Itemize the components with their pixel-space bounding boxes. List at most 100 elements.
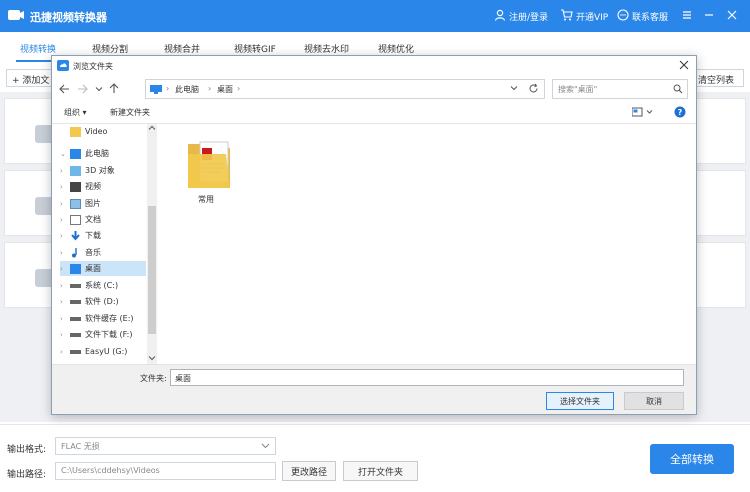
chevron-right-icon[interactable]: › bbox=[60, 331, 70, 339]
chevron-right-icon[interactable]: › bbox=[60, 348, 70, 356]
dialog-cancel-button[interactable]: 取消 bbox=[624, 392, 684, 410]
picture-icon bbox=[70, 198, 81, 209]
scroll-up-icon[interactable] bbox=[148, 124, 156, 135]
dialog-footer: 文件夹: 桌面 选择文件夹 取消 bbox=[52, 364, 696, 414]
tree-item-downloads[interactable]: › 下载 bbox=[60, 228, 150, 243]
folder-content: 常用 bbox=[160, 124, 696, 364]
document-icon bbox=[70, 214, 81, 225]
dialog-titlebar: 浏览文件夹 bbox=[52, 56, 696, 76]
chat-icon bbox=[617, 9, 629, 24]
clear-list-button[interactable]: 清空列表 bbox=[692, 69, 744, 87]
chevron-right-icon[interactable]: › bbox=[60, 232, 70, 240]
3d-icon bbox=[70, 165, 81, 176]
tab-video-convert[interactable]: 视频转换 bbox=[20, 42, 56, 55]
close-icon[interactable] bbox=[725, 8, 739, 22]
output-settings-bar bbox=[0, 424, 750, 492]
dialog-command-bar: 组织 ▾ 新建文件夹 ? bbox=[52, 102, 696, 124]
download-icon bbox=[70, 230, 81, 241]
drive-icon bbox=[70, 332, 81, 337]
search-box[interactable]: 搜索"桌面" bbox=[552, 79, 688, 99]
tree-item-drive-c[interactable]: › 系统 (C:) bbox=[60, 278, 150, 293]
chevron-right-icon[interactable]: › bbox=[60, 167, 70, 175]
tree-item-this-pc[interactable]: ⌄ 此电脑 bbox=[60, 146, 150, 161]
video-icon bbox=[70, 181, 81, 192]
browse-folder-dialog: 浏览文件夹 › 此电脑 › 桌面 › 搜索"桌面" 组织 ▾ 新建文件夹 ? V… bbox=[51, 55, 697, 415]
app-title: 迅捷视频转换器 bbox=[30, 11, 107, 24]
chevron-right-icon[interactable]: › bbox=[60, 298, 70, 306]
tab-remove-watermark[interactable]: 视频去水印 bbox=[304, 42, 349, 55]
address-bar[interactable]: › 此电脑 › 桌面 › bbox=[145, 79, 545, 99]
tree-item-documents[interactable]: › 文档 bbox=[60, 212, 150, 227]
view-options-icon[interactable] bbox=[631, 107, 654, 120]
chevron-right-icon[interactable]: › bbox=[60, 315, 70, 323]
output-path-label: 输出路径: bbox=[7, 470, 47, 480]
minimize-icon[interactable] bbox=[702, 8, 716, 22]
login-link[interactable]: 注册/登录 bbox=[494, 9, 548, 24]
tree-item-desktop[interactable]: › 桌面 bbox=[60, 261, 146, 276]
address-dropdown-icon[interactable] bbox=[510, 84, 518, 95]
search-placeholder: 搜索"桌面" bbox=[558, 85, 598, 94]
dialog-title: 浏览文件夹 bbox=[73, 62, 113, 71]
breadcrumb-desktop[interactable]: 桌面 bbox=[217, 84, 233, 95]
folder-icon bbox=[186, 134, 234, 193]
forward-arrow-icon[interactable] bbox=[77, 84, 88, 97]
tree-item-music[interactable]: › 音乐 bbox=[60, 245, 150, 260]
change-path-button[interactable]: 更改路径 bbox=[282, 461, 336, 481]
refresh-icon[interactable] bbox=[528, 83, 539, 97]
tab-video-split[interactable]: 视频分割 bbox=[92, 42, 128, 55]
output-format-select[interactable]: FLAC 无损 bbox=[55, 437, 276, 455]
back-arrow-icon[interactable] bbox=[59, 84, 70, 97]
app-logo-icon bbox=[7, 7, 25, 23]
chevron-right-icon[interactable]: › bbox=[60, 216, 70, 224]
vip-link[interactable]: 开通VIP bbox=[560, 9, 608, 24]
folder-icon bbox=[70, 126, 81, 137]
chevron-down-icon bbox=[261, 441, 270, 451]
chevron-right-icon[interactable]: › bbox=[60, 282, 70, 290]
menu-icon[interactable] bbox=[680, 8, 694, 22]
breadcrumb-sep-icon: › bbox=[208, 84, 212, 93]
folder-tree: Video ⌄ 此电脑 › 3D 对象 › 视频 › 图片 › 文档 › 下载 … bbox=[52, 124, 157, 364]
tree-item-drive-f[interactable]: › 文件下载 (F:) bbox=[60, 327, 150, 342]
open-folder-button[interactable]: 打开文件夹 bbox=[343, 461, 418, 481]
up-arrow-icon[interactable] bbox=[109, 83, 119, 97]
music-icon bbox=[70, 247, 81, 258]
folder-item[interactable]: 常用 bbox=[182, 130, 238, 204]
tab-video-optimize[interactable]: 视频优化 bbox=[378, 42, 414, 55]
chevron-down-icon[interactable]: ⌄ bbox=[60, 150, 70, 158]
chevron-right-icon[interactable]: › bbox=[60, 249, 70, 257]
tree-item-3d-objects[interactable]: › 3D 对象 bbox=[60, 163, 150, 178]
tree-item-drive-g[interactable]: › EasyU (G:) bbox=[60, 344, 150, 359]
tree-item-videos[interactable]: › 视频 bbox=[60, 179, 150, 194]
tab-video-merge[interactable]: 视频合并 bbox=[164, 42, 200, 55]
dialog-close-icon[interactable] bbox=[678, 59, 690, 74]
select-folder-button[interactable]: 选择文件夹 bbox=[546, 392, 614, 410]
new-folder-button[interactable]: 新建文件夹 bbox=[110, 107, 150, 118]
user-icon bbox=[494, 9, 506, 24]
organize-button[interactable]: 组织 ▾ bbox=[64, 107, 87, 118]
tree-item-pictures[interactable]: › 图片 bbox=[60, 196, 150, 211]
folder-name-input[interactable]: 桌面 bbox=[170, 369, 684, 386]
tab-video-to-gif[interactable]: 视频转GIF bbox=[234, 42, 276, 55]
monitor-icon bbox=[150, 85, 162, 97]
tree-item-video-folder[interactable]: Video bbox=[60, 124, 150, 139]
tree-item-drive-e[interactable]: › 软件缓存 (E:) bbox=[60, 311, 150, 326]
folder-field-label: 文件夹: bbox=[140, 374, 167, 383]
pc-icon bbox=[70, 148, 81, 159]
drive-icon bbox=[70, 349, 81, 354]
breadcrumb-sep-icon: › bbox=[166, 84, 170, 93]
chevron-right-icon[interactable]: › bbox=[60, 200, 70, 208]
tree-item-drive-d[interactable]: › 软件 (D:) bbox=[60, 294, 150, 309]
output-format-label: 输出格式: bbox=[7, 445, 47, 455]
svg-text:?: ? bbox=[678, 108, 683, 117]
chevron-right-icon[interactable]: › bbox=[60, 183, 70, 191]
recent-dropdown-icon[interactable] bbox=[95, 85, 103, 96]
service-link[interactable]: 联系客服 bbox=[617, 9, 668, 24]
breadcrumb-this-pc[interactable]: 此电脑 bbox=[175, 84, 199, 95]
output-path-field[interactable]: C:\Users\cddehsy\Videos bbox=[55, 462, 276, 480]
search-icon[interactable] bbox=[673, 84, 683, 97]
chevron-right-icon[interactable]: › bbox=[60, 265, 70, 273]
convert-all-button[interactable]: 全部转换 bbox=[650, 444, 734, 474]
desktop-icon bbox=[70, 263, 81, 274]
tree-scrollbar-thumb[interactable] bbox=[148, 206, 156, 334]
help-icon[interactable]: ? bbox=[674, 106, 686, 121]
